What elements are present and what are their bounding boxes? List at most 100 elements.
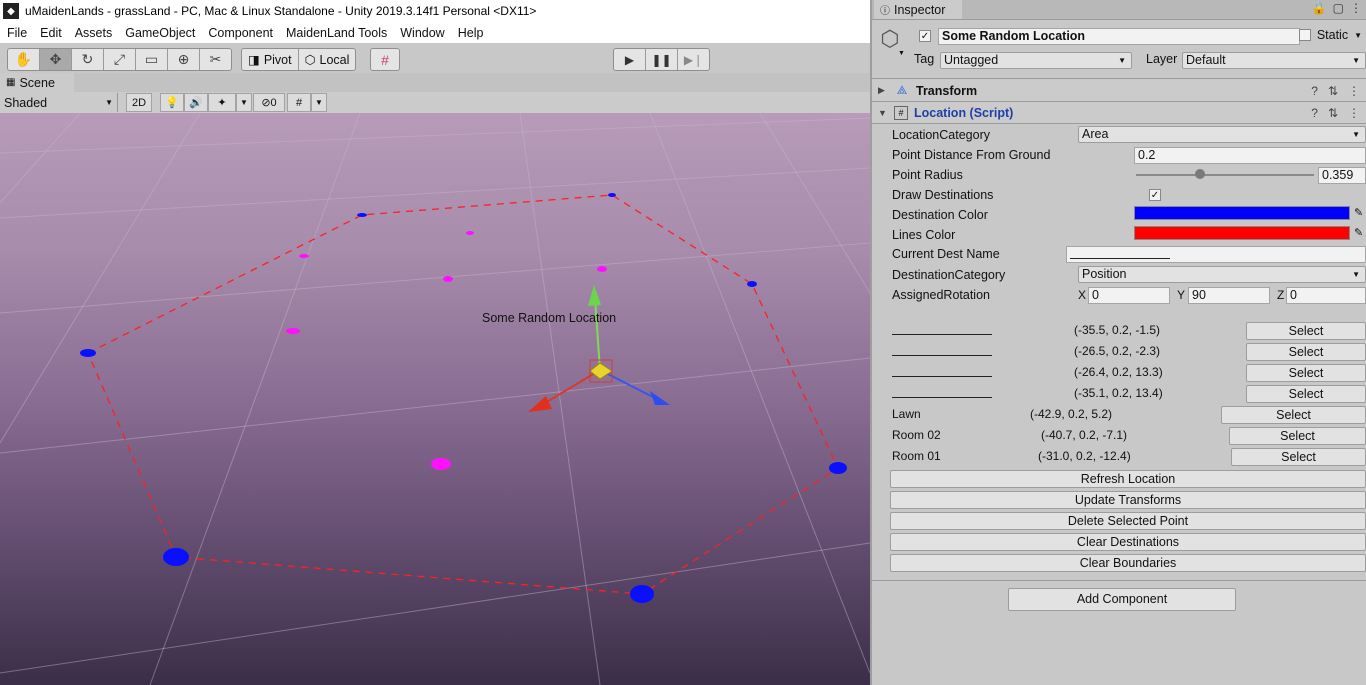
effects-dropdown-icon[interactable]: ▼ [236, 93, 252, 112]
current-dest-name-label: Current Dest Name [892, 247, 1000, 261]
audio-toggle-icon[interactable]: 🔊 [184, 93, 208, 112]
transform-icon: ⟁ [896, 83, 908, 97]
rotate-tool-icon[interactable]: ↻ [72, 49, 104, 70]
hidden-objects-toggle[interactable]: ⊘ 0 [253, 93, 285, 112]
pivot-toggle[interactable]: ◨ Pivot [242, 49, 299, 70]
move-tool-icon[interactable]: ✥ [40, 49, 72, 70]
info-icon: ⓘ [880, 6, 890, 17]
effects-toggle-icon[interactable]: ✦ [208, 93, 236, 112]
select-point-4-button[interactable]: Select [1221, 406, 1366, 424]
window-title: uMaidenLands - grassLand - PC, Mac & Lin… [25, 4, 537, 18]
clear-destinations-button[interactable]: Clear Destinations [890, 533, 1366, 551]
preset-icon[interactable]: ⇅ [1328, 106, 1338, 120]
select-point-5-button[interactable]: Select [1229, 427, 1366, 445]
point-3-name [892, 383, 992, 398]
eyedropper-icon[interactable]: ✎ [1354, 226, 1363, 239]
step-button-icon[interactable]: ▶❘ [678, 49, 709, 70]
local-toggle[interactable]: ⬡ Local [299, 49, 356, 70]
hand-tool-icon[interactable]: ✋ [8, 49, 40, 70]
layer-dropdown[interactable]: Default ▼ [1182, 52, 1366, 69]
inspector-tab[interactable]: ⓘ Inspector [874, 0, 962, 19]
static-checkbox[interactable] [1298, 29, 1311, 41]
lock-icon[interactable]: 🔒 [1312, 1, 1327, 15]
add-component-button[interactable]: Add Component [1008, 588, 1236, 611]
foldout-collapsed-icon[interactable]: ▶ [878, 85, 894, 96]
clear-boundaries-button[interactable]: Clear Boundaries [890, 554, 1366, 572]
transform-title: Transform [916, 83, 978, 98]
maximize-icon[interactable]: ▢ [1333, 1, 1344, 15]
scale-tool-icon[interactable]: ⤢ [104, 49, 136, 70]
rotation-x-field[interactable]: 0 [1088, 287, 1170, 304]
draw-destinations-checkbox[interactable]: ✓ [1149, 189, 1161, 201]
menu-assets[interactable]: Assets [68, 26, 119, 40]
scene-viewport[interactable]: Some Random Location [0, 113, 870, 685]
component-menu-icon[interactable]: ⋮ [1348, 106, 1360, 120]
play-button-icon[interactable]: ▶ [614, 49, 646, 70]
scene-grid-icon: ▦ [6, 77, 16, 88]
lines-color-field[interactable] [1134, 226, 1350, 240]
object-name-field[interactable]: Some Random Location [938, 28, 1300, 45]
destination-category-dropdown[interactable]: Position ▼ [1078, 266, 1366, 283]
current-dest-name-field[interactable] [1066, 246, 1366, 263]
menu-file[interactable]: File [0, 26, 33, 40]
delete-selected-point-button[interactable]: Delete Selected Point [890, 512, 1366, 530]
point-radius-slider[interactable] [1136, 174, 1314, 176]
point-distance-field[interactable]: 0.2 [1134, 147, 1366, 164]
select-point-1-button[interactable]: Select [1246, 343, 1366, 361]
shading-mode-value: Shaded [4, 95, 48, 110]
unity-logo-icon: ◆ [3, 3, 19, 19]
menu-maidenland-tools[interactable]: MaidenLand Tools [279, 26, 393, 40]
rot-z-label: Z [1277, 288, 1285, 302]
component-tools: ? ⇅ ⋮ [1311, 106, 1360, 120]
eyedropper-icon[interactable]: ✎ [1354, 206, 1363, 219]
destination-color-field[interactable] [1134, 206, 1350, 220]
shading-mode-dropdown[interactable]: Shaded ▼ [0, 93, 118, 112]
menu-help[interactable]: Help [451, 26, 490, 40]
draw-destinations-label: Draw Destinations [892, 188, 994, 202]
menu-component[interactable]: Component [201, 26, 279, 40]
update-transforms-button[interactable]: Update Transforms [890, 491, 1366, 509]
2d-toggle[interactable]: 2D [126, 93, 152, 112]
static-toggle[interactable]: Static ▼ [1298, 28, 1362, 42]
preset-icon[interactable]: ⇅ [1328, 84, 1338, 98]
point-6-coords: (-31.0, 0.2, -12.4) [1038, 449, 1131, 463]
component-tools: ? ⇅ ⋮ [1311, 84, 1360, 98]
icon-dropdown-arrow-icon[interactable]: ▼ [898, 50, 905, 57]
point-2-coords: (-26.4, 0.2, 13.3) [1074, 365, 1163, 379]
point-radius-field[interactable]: 0.359 [1318, 167, 1366, 184]
select-point-0-button[interactable]: Select [1246, 322, 1366, 340]
help-icon[interactable]: ? [1311, 106, 1318, 120]
pause-button-icon[interactable]: ❚❚ [646, 49, 678, 70]
select-point-2-button[interactable]: Select [1246, 364, 1366, 382]
select-point-6-button[interactable]: Select [1231, 448, 1366, 466]
active-checkbox[interactable]: ✓ [919, 30, 931, 42]
more-options-icon[interactable]: ⋮ [1350, 1, 1362, 15]
foldout-expanded-icon[interactable]: ▼ [878, 108, 894, 118]
gizmo-grid-icon[interactable]: # [287, 93, 311, 112]
gizmos-dropdown-icon[interactable]: ▼ [311, 93, 327, 112]
component-menu-icon[interactable]: ⋮ [1348, 84, 1360, 98]
rotation-z-field[interactable]: 0 [1286, 287, 1366, 304]
select-point-3-button[interactable]: Select [1246, 385, 1366, 403]
location-script-header[interactable]: ▼ # Location (Script) ? ⇅ ⋮ [872, 102, 1366, 124]
transform-tool-icon[interactable]: ⊕ [168, 49, 200, 70]
grid-snap-icon: # [381, 51, 389, 68]
static-dropdown-icon[interactable]: ▼ [1354, 31, 1362, 40]
refresh-location-button[interactable]: Refresh Location [890, 470, 1366, 488]
slider-thumb[interactable] [1194, 169, 1205, 179]
rotation-y-field[interactable]: 90 [1188, 287, 1270, 304]
rect-tool-icon[interactable]: ▭ [136, 49, 168, 70]
location-category-dropdown[interactable]: Area ▼ [1078, 126, 1366, 143]
transform-component-header[interactable]: ▶ ⟁ Transform ? ⇅ ⋮ [872, 80, 1366, 102]
menu-edit[interactable]: Edit [33, 26, 68, 40]
menu-gameobject[interactable]: GameObject [118, 26, 201, 40]
lighting-toggle-icon[interactable]: 💡 [160, 93, 184, 112]
grid-snap-button[interactable]: # [370, 48, 400, 71]
custom-tool-icon[interactable]: ✂ [200, 49, 231, 70]
help-icon[interactable]: ? [1311, 84, 1318, 98]
scene-tab[interactable]: ▦ Scene [0, 73, 74, 92]
menu-window[interactable]: Window [393, 26, 450, 40]
point-1-coords: (-26.5, 0.2, -2.3) [1074, 344, 1161, 358]
tag-dropdown[interactable]: Untagged ▼ [940, 52, 1132, 69]
inspector-tab-label: Inspector [894, 2, 946, 17]
